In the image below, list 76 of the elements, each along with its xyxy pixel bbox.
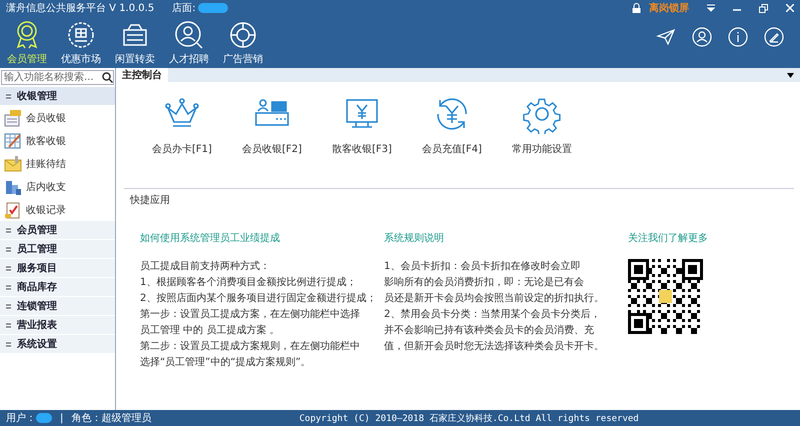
close-icon[interactable] (786, 4, 794, 12)
info-text-line: 第一步：设置员工提成方案，在左侧功能栏中选择 (140, 308, 361, 322)
nav-tab[interactable]: 广告营销 (218, 18, 268, 68)
info-text-line: 第二步：设置员工提成方案规则，在左侧功能栏中 (140, 340, 361, 354)
shortcut-button[interactable]: 散客收银[F3] (322, 94, 402, 184)
shortcut-button[interactable]: 会员收银[F2] (232, 94, 312, 184)
grip-icon (6, 228, 11, 232)
sidebar-item[interactable]: 散客收银 (0, 129, 115, 152)
shortcut-button[interactable]: 会员办卡[F1] (142, 94, 222, 184)
sidebar-group[interactable]: 员工管理 (0, 240, 115, 259)
search-field[interactable]: 输入功能名称搜索... (1, 70, 114, 85)
redacted-store-name (198, 3, 228, 13)
copyright-text: Copyright (C) 2010—2018 石家庄义协科技.Co.Ltd All rights reserved (299, 412, 639, 424)
info-text-line: 1、根据顾客各个消费项目金额按比例进行提成； (140, 276, 358, 290)
search-icon[interactable] (102, 72, 113, 83)
separator-text: | (60, 412, 64, 424)
info-text-line: 2、按照店面内某个服务项目进行固定金额进行提成； (140, 292, 370, 306)
qr-code-icon (628, 259, 703, 334)
edit-icon[interactable] (764, 27, 784, 47)
section-title: 快捷应用 (128, 194, 171, 208)
shortcut-button[interactable]: 常用功能设置 (502, 94, 582, 184)
info-text-line: 员工管理 中的 员工提成方案 。 (140, 324, 281, 338)
sidebar-group[interactable]: 连锁管理 (0, 297, 115, 316)
window-title: 潇舟信息公共服务平台 V 1.0.0.5 (6, 2, 154, 15)
nav-tab[interactable]: 人才招聘 (164, 18, 214, 68)
tab[interactable]: 主控制台 (116, 68, 168, 82)
lock-icon[interactable] (632, 3, 641, 13)
sidebar-group[interactable]: 收银管理 (0, 87, 115, 106)
info-text-line: 并不会影响已持有该种类会员卡的会员消费、充 (384, 324, 595, 338)
nav-tab[interactable]: 闲置转卖 (110, 18, 160, 68)
sidebar-group[interactable]: 商品库存 (0, 278, 115, 297)
sidebar-group[interactable]: 服务项目 (0, 259, 115, 278)
sidebar-item[interactable]: 收银记录 (0, 198, 115, 221)
restore-icon[interactable] (759, 4, 768, 12)
dropdown-menu-icon[interactable] (707, 4, 715, 12)
grip-icon (6, 342, 11, 346)
info-text-line: 员还是新开卡会员均会按照当前设定的折扣执行。 (384, 292, 605, 306)
sidebar-group[interactable]: 系统设置 (0, 335, 115, 354)
sidebar-group[interactable]: 营业报表 (0, 316, 115, 335)
dropdown-caret-icon[interactable] (787, 72, 794, 78)
info-icon[interactable] (728, 27, 748, 47)
person-search-icon (174, 20, 204, 50)
user-icon[interactable] (692, 27, 712, 47)
user-label: 用户： (6, 412, 36, 425)
column-title: 系统规则说明 (384, 232, 445, 245)
info-text-line: 员工提成目前支持两种方式： (140, 260, 271, 274)
envelope-icon (4, 154, 22, 172)
redacted-user-name (36, 413, 52, 423)
send-icon[interactable] (656, 27, 676, 47)
store-label: 店面: (172, 2, 196, 15)
column-title: 关注我们了解更多 (628, 232, 709, 245)
grip-icon (6, 322, 11, 328)
role-text: 角色：超级管理员 (71, 412, 152, 425)
nav-tab[interactable]: 优惠市场 (56, 18, 106, 68)
info-text-line: 值，但新开会员时您无法选择该种类会员卡开卡。 (384, 340, 605, 354)
info-text-line: 影响所有的会员消费折扣，即：无论是已有会 (384, 276, 585, 290)
grip-icon (6, 284, 11, 290)
grip-icon (6, 266, 11, 270)
lifebuoy-icon (228, 20, 258, 50)
nav-tab[interactable]: 会员管理 (2, 18, 52, 68)
spreadsheet-pen-icon (4, 132, 22, 150)
shortcut-button[interactable]: 会员充值[F4] (412, 94, 492, 184)
grip-icon (6, 94, 11, 98)
grip-icon (6, 246, 11, 252)
info-text-line: 1、会员卡折扣：会员卡折扣在修改时会立即 (384, 260, 582, 274)
sidebar-item[interactable]: 店内收支 (0, 175, 115, 198)
info-text-line: 2、禁用会员卡分类：当禁用某个会员卡分类后， (384, 308, 602, 322)
clipboard-check-icon (4, 200, 22, 218)
cash-register-icon (4, 108, 22, 126)
coupon-icon (66, 20, 96, 50)
sidebar-item[interactable]: 会员收银 (0, 106, 115, 129)
info-text-line: 选择“员工管理”中的“提成方案规则”。 (140, 356, 312, 370)
grip-icon (6, 304, 11, 308)
sidebar-item[interactable]: 挂账待结 (0, 152, 115, 175)
sidebar-group[interactable]: 会员管理 (0, 221, 115, 240)
column-title: 如何使用系统管理员工业绩提成 (140, 232, 281, 245)
